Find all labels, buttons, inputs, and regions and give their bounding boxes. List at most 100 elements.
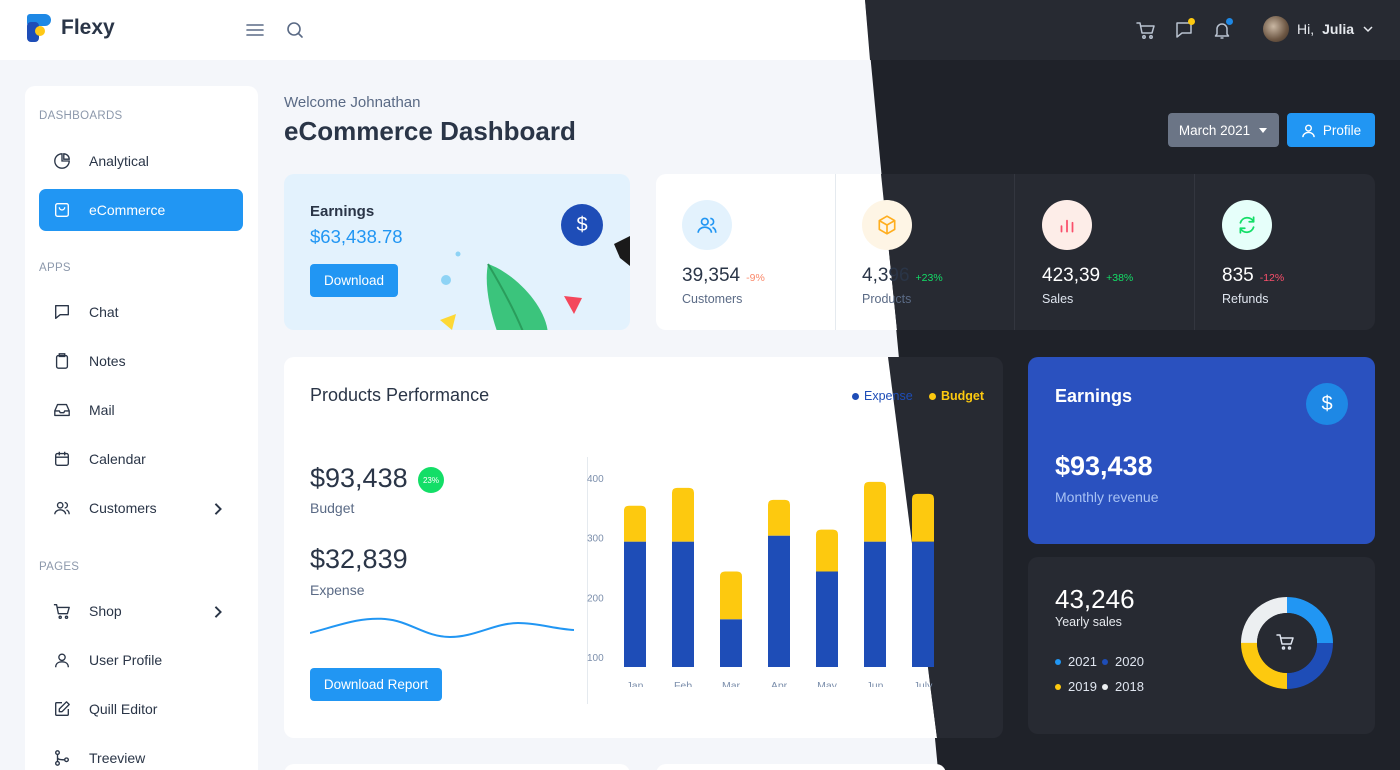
- profile-button-label: Profile: [1322, 122, 1362, 138]
- welcome-text: Welcome Johnathan: [284, 94, 421, 111]
- sidebar-item-quill-editor[interactable]: Quill Editor: [39, 688, 243, 730]
- legend-2018: 2018: [1102, 679, 1144, 694]
- y-tick-label: 200: [587, 593, 604, 604]
- products-bar-chart: 400 300 200 100 Jan Feb Mar Apr May Jun July: [587, 474, 934, 687]
- yearly-sales-donut: [1241, 597, 1333, 689]
- logo-icon: [27, 14, 51, 42]
- stat-value: 423,39: [1042, 265, 1101, 286]
- legend-2020: 2020: [1102, 654, 1144, 669]
- card-hint: [284, 764, 630, 770]
- users-icon: [682, 200, 732, 250]
- stat-change: -12%: [1259, 272, 1285, 284]
- sidebar-item-treeview[interactable]: Treeview: [39, 737, 243, 770]
- topbar: Flexy Hi, Julia: [0, 0, 1400, 60]
- stat-change: -9%: [746, 272, 765, 284]
- dollar-icon: $: [1306, 383, 1348, 425]
- inbox-icon: [54, 403, 70, 417]
- yearly-sales-value: 43,246: [1055, 584, 1135, 614]
- sidebar-item-label: eCommerce: [89, 202, 166, 218]
- sidebar-item-label: Quill Editor: [89, 701, 158, 717]
- revenue-label: Monthly revenue: [1055, 489, 1159, 505]
- menu-icon[interactable]: [245, 20, 265, 40]
- stat-label: Customers: [682, 292, 743, 306]
- legend-2021: 2021: [1055, 654, 1097, 669]
- stats-strip: 39,354 -9% Customers 4,396 +23% Products 4…: [656, 174, 1375, 330]
- sidebar-item-notes[interactable]: Notes: [39, 340, 243, 382]
- stat-refunds: 835 -12% Refunds: [1196, 174, 1375, 330]
- bar-expense: [912, 541, 934, 667]
- x-tick-label: Mar: [722, 680, 741, 687]
- search-icon[interactable]: [285, 20, 305, 40]
- chevron-right-icon: [214, 503, 222, 515]
- message-icon[interactable]: [1174, 18, 1195, 40]
- legend-label: Expense: [864, 389, 913, 403]
- chevron-down-icon: [1363, 26, 1373, 33]
- sidebar-item-chat[interactable]: Chat: [39, 291, 243, 333]
- stat-products: 4,396 +23% Products: [836, 174, 1016, 330]
- sidebar-item-ecommerce[interactable]: eCommerce: [39, 189, 243, 231]
- x-tick-label: May: [817, 680, 838, 687]
- legend-expense[interactable]: Expense: [852, 389, 913, 403]
- chat-icon: [55, 305, 69, 319]
- profile-button[interactable]: Profile: [1287, 113, 1375, 147]
- sidebar-item-customers[interactable]: Customers: [39, 487, 243, 529]
- bar-budget: [864, 481, 886, 542]
- sidebar-item-calendar[interactable]: Calendar: [39, 438, 243, 480]
- x-tick-label: July: [914, 680, 933, 687]
- sidebar-item-label: Customers: [89, 500, 157, 516]
- yearly-sales-label: Yearly sales: [1055, 615, 1122, 629]
- sidebar-item-label: Notes: [89, 353, 126, 369]
- earnings-card: Earnings $63,438.78 Download $: [284, 174, 630, 330]
- cart-icon[interactable]: [1136, 20, 1156, 40]
- expense-sparkline: [310, 617, 574, 639]
- legend-label: 2020: [1115, 654, 1144, 669]
- legend-budget[interactable]: Budget: [929, 389, 984, 403]
- bar-expense: [816, 571, 838, 667]
- bar-budget: [672, 487, 694, 542]
- user-icon: [55, 653, 69, 668]
- sidebar-item-label: Calendar: [89, 451, 146, 467]
- stat-value: 39,354: [682, 265, 741, 286]
- stat-label: Sales: [1042, 292, 1074, 306]
- bar-chart-icon: [1042, 200, 1092, 250]
- bar-budget: [720, 571, 742, 620]
- bar-budget: [912, 493, 934, 542]
- sidebar: DASHBOARDS Analytical eCommerce APPS Cha…: [25, 86, 258, 770]
- budget-badge: 23%: [418, 467, 444, 493]
- user-menu[interactable]: Hi, Julia: [1263, 16, 1374, 42]
- bar-budget: [624, 505, 646, 542]
- x-tick-label: Jan: [627, 680, 644, 687]
- bell-icon[interactable]: [1212, 18, 1233, 40]
- app-logo[interactable]: Flexy: [27, 14, 115, 42]
- caret-down-icon: [1259, 128, 1268, 133]
- tree-icon: [55, 750, 69, 766]
- sidebar-section-pages: PAGES: [39, 561, 80, 573]
- x-tick-label: Apr: [771, 680, 788, 687]
- sidebar-item-analytical[interactable]: Analytical: [39, 140, 243, 182]
- y-tick-label: 400: [587, 474, 604, 485]
- shopping-bag-icon: [55, 203, 69, 217]
- stat-value: 835: [1222, 265, 1254, 286]
- avatar: [1263, 16, 1289, 42]
- budget-label: Budget: [310, 500, 355, 516]
- sidebar-item-mail[interactable]: Mail: [39, 389, 243, 431]
- sidebar-item-label: Treeview: [89, 750, 146, 766]
- sidebar-item-label: Chat: [89, 304, 119, 320]
- sidebar-item-user-profile[interactable]: User Profile: [39, 639, 243, 681]
- sidebar-item-label: Mail: [89, 402, 115, 418]
- app-name: Flexy: [61, 16, 115, 39]
- calendar-icon: [55, 451, 69, 466]
- card-title: Products Performance: [310, 385, 490, 405]
- stat-change: +38%: [1106, 272, 1134, 284]
- sidebar-item-shop[interactable]: Shop: [39, 590, 243, 632]
- page-title: eCommerce Dashboard: [284, 116, 576, 146]
- sidebar-section-apps: APPS: [39, 262, 71, 274]
- bar-expense: [768, 535, 790, 667]
- products-performance-card: Products Performance Expense Budget $93,…: [284, 357, 1003, 738]
- sidebar-item-label: User Profile: [89, 652, 163, 668]
- download-report-button[interactable]: Download Report: [310, 668, 442, 701]
- month-select[interactable]: March 2021: [1168, 113, 1279, 147]
- message-badge: [1188, 18, 1195, 25]
- edit-icon: [55, 701, 70, 716]
- stat-label: Products: [862, 292, 912, 306]
